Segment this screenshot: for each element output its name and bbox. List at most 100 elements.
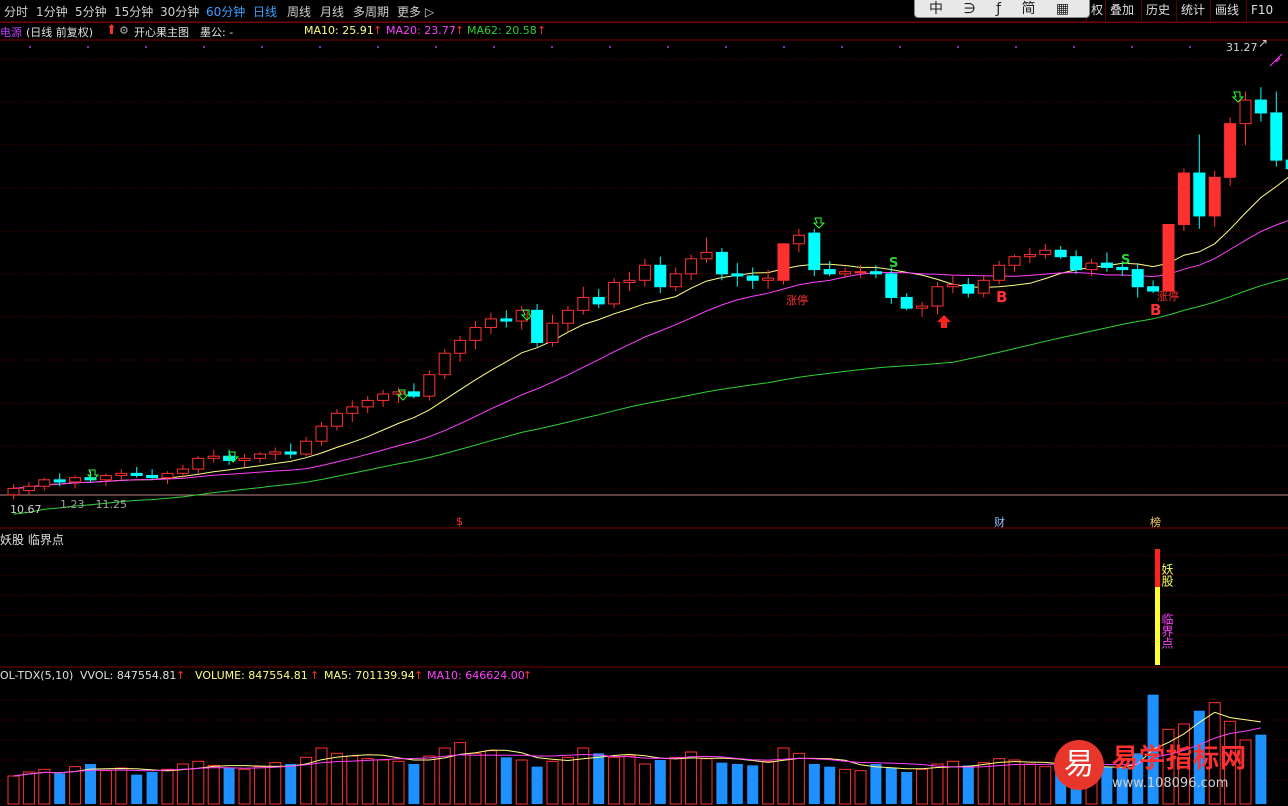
candle-body-21 — [330, 412, 343, 427]
volume-bar-35 — [546, 760, 559, 805]
top-dot-12 — [725, 46, 727, 48]
volume-bar-55 — [854, 770, 867, 805]
candle-body-22 — [346, 406, 359, 414]
candle-body-59 — [916, 305, 929, 309]
ranking-marker[interactable]: 榜 — [1150, 514, 1161, 530]
candle-body-71 — [1100, 262, 1113, 268]
volume-bar-29 — [454, 742, 467, 805]
volume-ma5-value: MA5: 701139.94 — [324, 669, 415, 682]
volume-bar-34 — [531, 766, 543, 804]
candle-body-44 — [685, 258, 698, 275]
volume-bar-30 — [469, 752, 482, 805]
volume-bar-40 — [623, 755, 636, 805]
top-dot-15 — [899, 46, 901, 48]
candle-body-68 — [1054, 249, 1067, 258]
candle-body-42 — [654, 264, 667, 288]
candle-body-75 — [1162, 224, 1175, 292]
volume-info-bar: OL-TDX(5,10) VVOL: 847554.81 ↑ VOLUME: 8… — [0, 668, 1288, 684]
volume-bar-47 — [731, 764, 743, 804]
candle-body-69 — [1070, 256, 1083, 271]
volume-bar-56 — [870, 764, 882, 804]
price-high-arrow-icon: ↗ — [1258, 36, 1269, 50]
candle-body-15 — [238, 457, 251, 462]
candle-body-47 — [731, 273, 744, 277]
price-high-label: 31.27 — [1226, 41, 1258, 54]
candle-body-8 — [130, 472, 143, 477]
volume-bar-32 — [500, 757, 512, 804]
down-arrow-icon-4 — [812, 217, 826, 229]
volume-bar-22 — [346, 755, 359, 805]
candle-body-9 — [146, 475, 159, 479]
volume-bar-25 — [392, 760, 405, 805]
candle-body-65 — [1008, 256, 1021, 266]
top-dot-14 — [841, 46, 843, 48]
volume-bar-65 — [1008, 759, 1021, 805]
candle-body-54 — [839, 271, 852, 275]
candle-body-76 — [1177, 172, 1190, 226]
candle-body-62 — [962, 284, 975, 294]
candle-body-58 — [900, 296, 913, 309]
candle-body-46 — [715, 251, 728, 275]
top-dot-13 — [783, 46, 785, 48]
volume-ma5-arrow: ↑ — [414, 669, 424, 682]
volume-indicator-name[interactable]: OL-TDX(5,10) — [0, 669, 73, 682]
volume-bar-24 — [377, 759, 390, 805]
candle-body-50 — [777, 243, 790, 281]
volume-bar-31 — [484, 750, 497, 805]
volume-bar-10 — [161, 768, 174, 805]
volume-bar-45 — [700, 758, 713, 805]
candle-body-25 — [392, 391, 405, 395]
candlestick-series — [7, 87, 1288, 500]
volume-bar-62 — [962, 765, 974, 804]
volume-bar-44 — [685, 751, 698, 805]
sell-marker-1: S — [889, 256, 899, 271]
candle-body-66 — [1023, 254, 1036, 258]
vvol-value: VVOL: 847554.81 — [80, 669, 177, 682]
candle-body-52 — [808, 232, 821, 271]
candle-body-2 — [38, 479, 51, 487]
volume-bar-21 — [330, 752, 343, 805]
finance-marker[interactable]: 财 — [994, 514, 1005, 530]
yaogu-panel-title[interactable]: 妖股 临界点 — [0, 531, 64, 548]
candle-body-35 — [546, 322, 559, 344]
volume-ma10-arrow: ↑ — [523, 669, 533, 682]
top-dot-9 — [551, 46, 553, 48]
volume-bar-26 — [408, 764, 420, 804]
candle-body-43 — [669, 273, 682, 288]
volume-bar-17 — [269, 762, 282, 805]
volume-bar-67 — [1039, 766, 1052, 805]
candle-body-48 — [746, 275, 759, 281]
volume-bar-36 — [561, 756, 574, 805]
candle-body-60 — [931, 286, 944, 307]
top-dot-5 — [319, 46, 321, 48]
candle-body-81 — [1254, 99, 1267, 114]
top-dot-16 — [957, 46, 959, 48]
top-dot-18 — [1073, 46, 1075, 48]
volume-bar-46 — [716, 762, 728, 804]
ma20-line — [13, 220, 1288, 489]
volume-ma10-value: MA10: 646624.00 — [427, 669, 525, 682]
yaogu-label-top: 妖股 — [1160, 563, 1174, 587]
watermark-url: www.108096.com — [1112, 776, 1229, 791]
candle-body-40 — [623, 279, 636, 283]
bottom-s-marker[interactable]: $ — [456, 515, 463, 528]
candle-body-38 — [592, 296, 605, 305]
candle-body-11 — [176, 468, 189, 474]
volume-bar-14 — [223, 768, 235, 804]
candle-body-55 — [854, 271, 867, 274]
volume-bar-27 — [423, 755, 436, 805]
volume-bar-54 — [839, 768, 852, 805]
candle-body-0 — [7, 487, 20, 496]
candle-body-4 — [69, 477, 82, 483]
volume-bar-9 — [146, 772, 158, 804]
volume-bar-66 — [1023, 763, 1036, 805]
top-dot-3 — [203, 46, 205, 48]
candle-body-1 — [22, 485, 35, 492]
volume-bar-38 — [593, 753, 605, 804]
candle-body-32 — [500, 318, 513, 322]
chart-canvas[interactable] — [0, 0, 1288, 806]
candle-body-19 — [300, 440, 313, 455]
buy-marker-2: B — [1150, 301, 1162, 319]
volume-bar-8 — [131, 774, 143, 804]
candle-body-77 — [1193, 172, 1206, 217]
